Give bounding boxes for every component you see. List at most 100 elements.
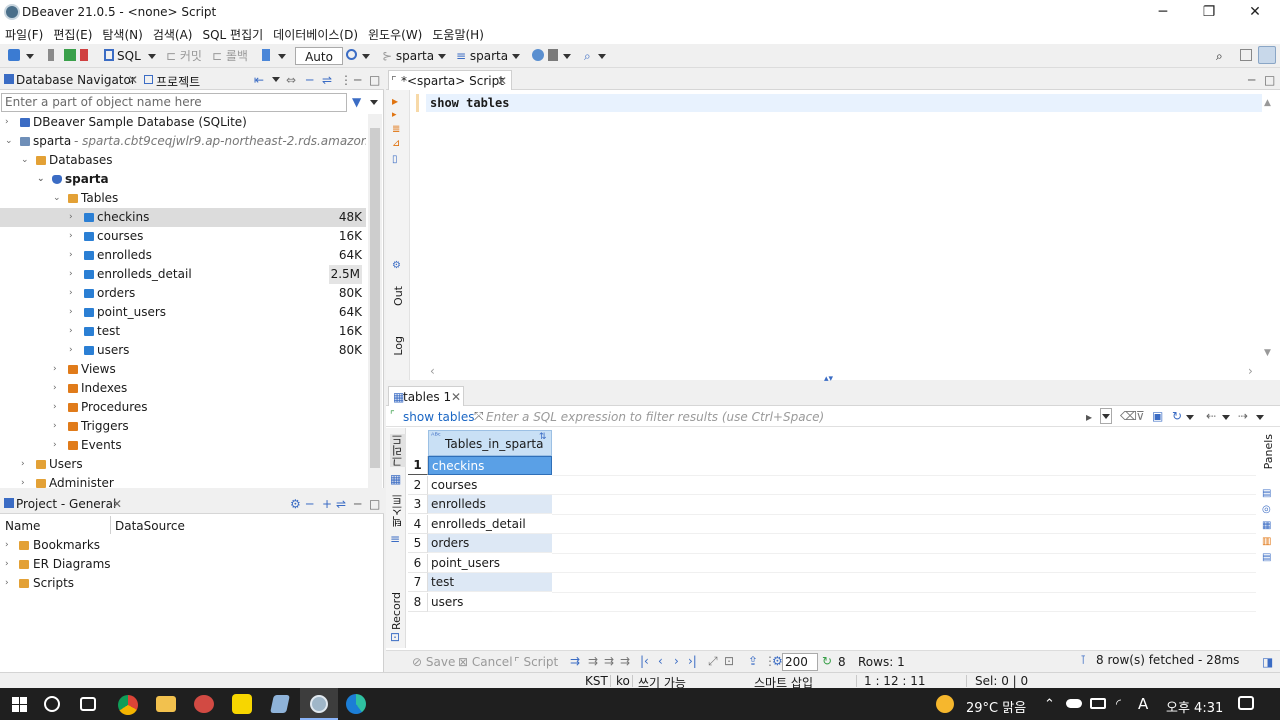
- configure-icon[interactable]: ⚙: [290, 497, 301, 511]
- chevron-right-icon[interactable]: ›: [69, 227, 73, 246]
- apply-filter-icon[interactable]: ▸: [1086, 410, 1092, 424]
- menu-navigate[interactable]: 탐색(N): [97, 24, 147, 44]
- tree-node-indexes[interactable]: › Indexes: [0, 379, 366, 398]
- tree-node-users[interactable]: › Users: [0, 455, 366, 474]
- table-row[interactable]: users: [428, 592, 552, 612]
- column-header-datasource[interactable]: DataSource: [115, 519, 185, 533]
- row-number[interactable]: 1: [408, 456, 428, 475]
- table-row[interactable]: test: [428, 573, 552, 592]
- chevron-right-icon[interactable]: ›: [69, 246, 73, 265]
- table-row[interactable]: enrolleds: [428, 495, 552, 514]
- text-view-tab[interactable]: 텍스트: [390, 494, 406, 527]
- editor-horizontal-scrollbar[interactable]: ‹ ›: [430, 364, 1260, 378]
- row-number[interactable]: 8: [408, 592, 428, 612]
- row-number[interactable]: 4: [408, 514, 428, 534]
- table-row[interactable]: orders: [428, 534, 552, 553]
- reconnect-icon[interactable]: [64, 49, 76, 61]
- tree-node-table-users[interactable]: › users 80K: [0, 341, 366, 360]
- maximize-panel-icon[interactable]: □: [369, 497, 380, 511]
- table-row[interactable]: courses: [428, 475, 552, 495]
- tab-project-general[interactable]: Project - General: [16, 497, 116, 511]
- task-view-icon[interactable]: [80, 697, 96, 711]
- chevron-right-icon[interactable]: ›: [53, 379, 57, 398]
- row-number[interactable]: 2: [408, 475, 428, 495]
- close-button[interactable]: ✕: [1232, 0, 1278, 24]
- chevron-down-icon[interactable]: [512, 54, 520, 59]
- chevron-right-icon[interactable]: ›: [21, 474, 25, 488]
- panel-toggle-icon[interactable]: ◨: [1262, 655, 1273, 669]
- chevron-right-icon[interactable]: ›: [53, 360, 57, 379]
- output-tab[interactable]: Out: [392, 286, 405, 306]
- chevron-right-icon[interactable]: ›: [53, 417, 57, 436]
- chevron-up-icon[interactable]: ⌃: [1044, 697, 1055, 712]
- menu-window[interactable]: 윈도우(W): [363, 24, 427, 44]
- expand-filter-icon[interactable]: ⤧: [474, 409, 484, 424]
- chevron-right-icon[interactable]: ›: [69, 208, 73, 227]
- notification-icon[interactable]: [1238, 696, 1254, 710]
- edit-row-icon[interactable]: ⇉: [570, 654, 580, 668]
- wifi-icon[interactable]: ◜: [1116, 697, 1121, 712]
- link-editor-icon[interactable]: ⇔: [286, 73, 296, 87]
- add-row-icon[interactable]: ⇉: [588, 654, 598, 668]
- project-item-er-diagrams[interactable]: › ER Diagrams: [0, 555, 366, 574]
- save-button[interactable]: ⊘ Save: [412, 655, 455, 669]
- open-perspective-icon[interactable]: [1240, 49, 1252, 61]
- collapse-all-icon[interactable]: ⇤: [254, 73, 264, 87]
- first-page-icon[interactable]: |‹: [640, 654, 649, 668]
- refresh-icon[interactable]: ↻: [822, 654, 832, 668]
- chevron-right-icon[interactable]: ›: [5, 536, 9, 555]
- menu-help[interactable]: 도움말(H): [427, 24, 489, 44]
- print-icon[interactable]: [548, 49, 558, 61]
- menu-edit[interactable]: 편집(E): [48, 24, 97, 44]
- settings-icon[interactable]: ⚙: [392, 260, 401, 271]
- export-icon[interactable]: ⇪: [748, 654, 758, 668]
- dbeaver-taskbar-button[interactable]: [300, 688, 338, 720]
- file-explorer-icon[interactable]: [156, 696, 176, 712]
- chrome-icon[interactable]: [118, 695, 138, 715]
- last-page-icon[interactable]: ›|: [688, 654, 697, 668]
- chevron-right-icon[interactable]: ›: [69, 284, 73, 303]
- commit-button[interactable]: ⊏ 커밋: [166, 47, 202, 65]
- next-page-icon[interactable]: ›: [674, 654, 679, 668]
- chevron-down-icon[interactable]: [362, 54, 370, 59]
- chevron-down-icon[interactable]: ⌄: [21, 151, 29, 170]
- tree-node-events[interactable]: › Events: [0, 436, 366, 455]
- chevron-down-icon[interactable]: ⌄: [37, 170, 45, 189]
- close-tab-icon[interactable]: ✕: [112, 497, 122, 511]
- collapse-icon[interactable]: ─: [306, 497, 313, 511]
- notepad-icon[interactable]: [270, 695, 290, 713]
- fetch-all-icon[interactable]: ⊡: [724, 654, 734, 668]
- dbeaver-perspective-icon[interactable]: [1258, 46, 1276, 64]
- minimize-panel-icon[interactable]: ─: [354, 73, 361, 87]
- explain-plan-icon[interactable]: ⊿: [392, 138, 400, 149]
- aggregate-icon[interactable]: ◎: [1262, 504, 1271, 515]
- tree-node-table-point-users[interactable]: › point_users 64K: [0, 303, 366, 322]
- chevron-down-icon[interactable]: [1222, 415, 1230, 420]
- editor-tab[interactable]: ⌜ *<sparta> Script ✕: [388, 70, 512, 90]
- chevron-down-icon[interactable]: [563, 54, 571, 59]
- scroll-up-icon[interactable]: ▲: [1264, 98, 1271, 108]
- chevron-right-icon[interactable]: ›: [5, 574, 9, 593]
- metadata-icon[interactable]: ▦: [1262, 520, 1271, 531]
- auto-commit-toggle[interactable]: Auto: [295, 47, 343, 65]
- forward-icon[interactable]: ⇢: [1238, 409, 1248, 423]
- save-filter-icon[interactable]: ▣: [1152, 409, 1163, 423]
- filter-history-dropdown[interactable]: [1100, 408, 1112, 424]
- script-button[interactable]: ⌜ Script: [514, 655, 558, 669]
- scroll-left-icon[interactable]: ‹: [430, 364, 435, 378]
- chevron-down-icon[interactable]: [278, 54, 286, 59]
- fetch-next-icon[interactable]: ⤢: [708, 654, 718, 669]
- back-icon[interactable]: ⇠: [1206, 409, 1216, 423]
- chevron-down-icon[interactable]: [26, 54, 34, 59]
- active-datasource-selector[interactable]: ⊱ sparta: [382, 47, 434, 65]
- clear-filter-icon[interactable]: ⌫: [1120, 409, 1137, 423]
- menu-search[interactable]: 검색(A): [148, 24, 198, 44]
- sql-editor-icon[interactable]: [104, 49, 114, 61]
- scrollbar-thumb[interactable]: [370, 128, 380, 468]
- chevron-down-icon[interactable]: [1102, 414, 1110, 419]
- menu-file[interactable]: 파일(F): [0, 24, 48, 44]
- chevron-down-icon[interactable]: ⌄: [53, 189, 61, 208]
- battery-icon[interactable]: [1090, 698, 1106, 709]
- chevron-down-icon[interactable]: [148, 54, 156, 59]
- search-icon[interactable]: ⌕: [584, 47, 591, 65]
